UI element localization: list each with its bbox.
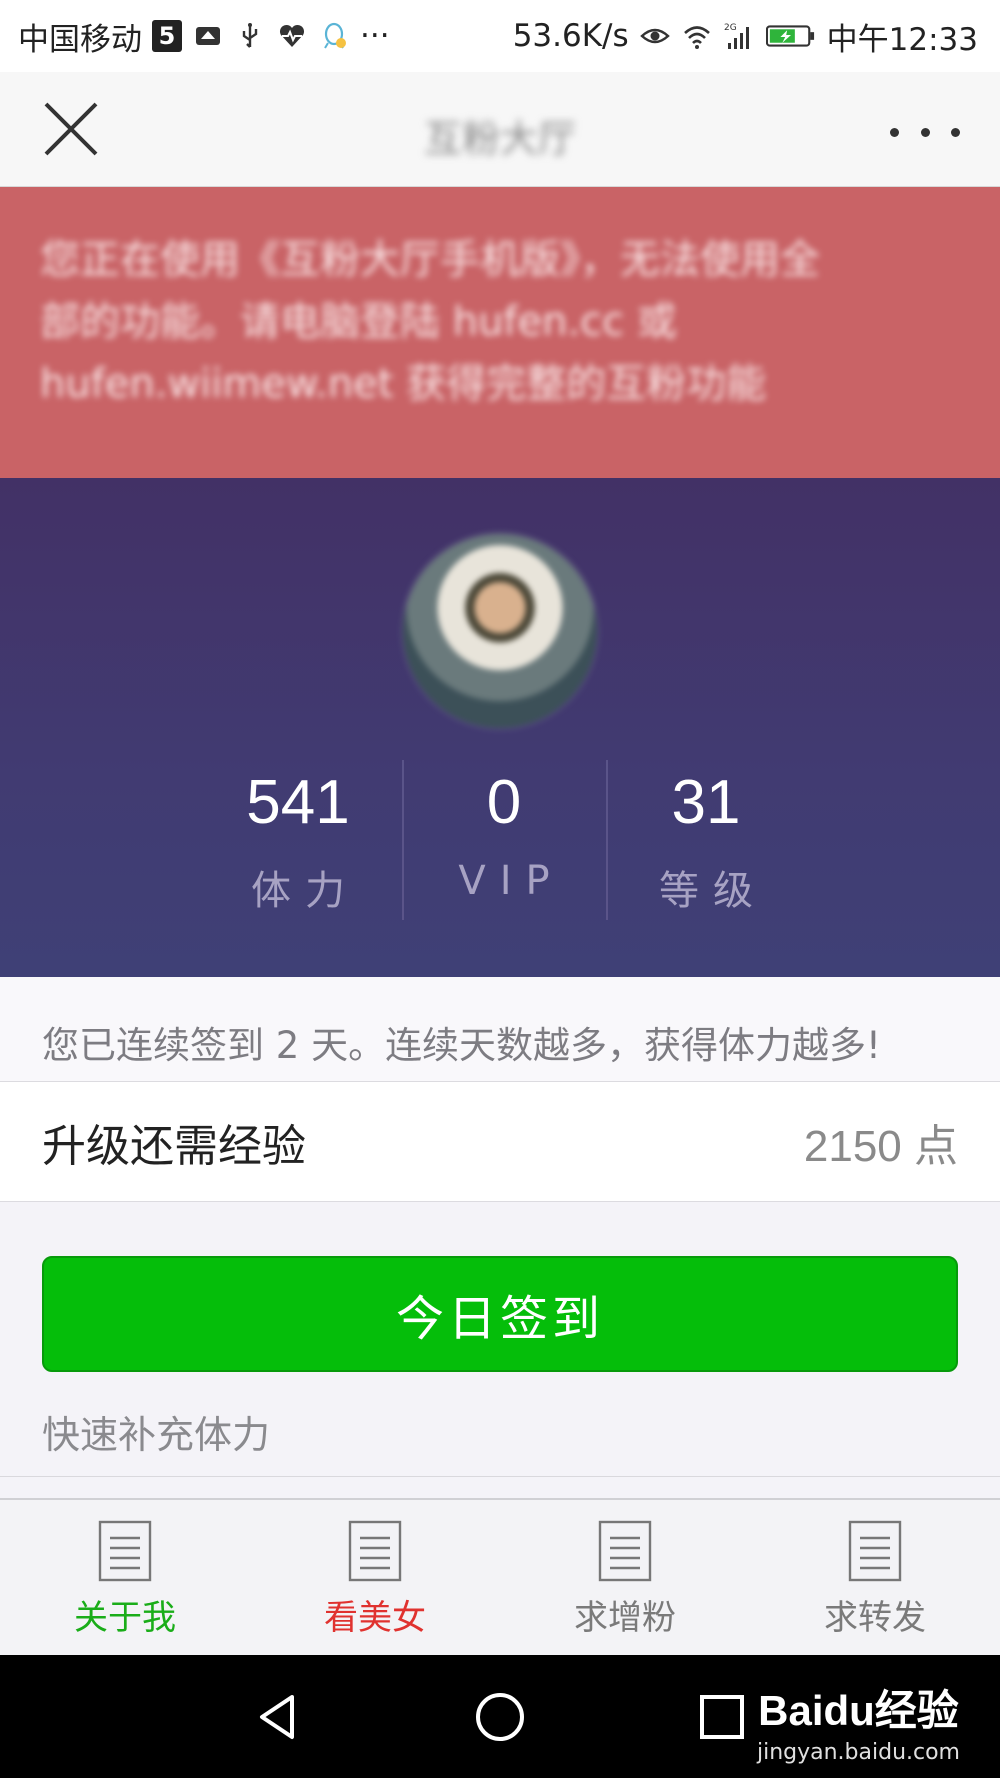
svg-text:2G: 2G [724,23,737,33]
upgrade-exp-value: 2150 点 [803,1121,958,1171]
huawei-icon [192,20,224,52]
baidu-watermark: Baidu经验 jingyan.baidu.com [757,1677,960,1765]
checkin-area: 今日签到 快速补充体力 [0,1202,1000,1477]
tab-gain-followers[interactable]: 求增粉 [500,1500,750,1657]
document-icon [348,1520,402,1582]
more-dot-icon [920,127,930,137]
quick-stamina-link[interactable]: 快速补充体力 [42,1404,270,1459]
avatar[interactable] [403,534,597,728]
bottom-tab-bar: 关于我 看美女 求增粉 求转发 [0,1498,1000,1655]
system-nav-bar: Baidu经验 jingyan.baidu.com [0,1655,1000,1778]
more-menu-button[interactable] [890,112,960,152]
tab-about-me-label: 关于我 [74,1598,176,1638]
more-notifications: ··· [360,18,390,54]
home-button[interactable] [472,1689,528,1745]
back-triangle-icon [260,1695,294,1739]
stat-stamina-value: 541 [246,768,350,837]
stat-stamina-label: 体力 [251,868,359,914]
clock: 中午12:33 [826,21,978,58]
header-bar: 互粉大厅 [0,72,1000,187]
stat-stamina: 541 体力 [196,760,400,920]
wifi-icon [681,20,713,52]
home-circle-icon [476,1693,524,1741]
notice-line-1: 您正在使用《互粉大厅手机版》，无法使用全 [40,237,820,283]
stat-vip-label: VIP [458,858,564,904]
status-bar: 中国移动 5 ··· 53.6K/s 2G 中午12:33 [0,0,1000,72]
stat-vip: 0 VIP [402,760,606,920]
upgrade-exp-row: 升级还需经验 2150 点 [0,1082,1000,1202]
tab-beauties-label: 看美女 [324,1598,426,1638]
document-icon [598,1520,652,1582]
tab-beauties[interactable]: 看美女 [250,1500,500,1657]
qq-icon [318,20,350,52]
eye-icon [639,20,671,52]
tab-request-shares[interactable]: 求转发 [750,1500,1000,1657]
tab-gain-followers-label: 求增粉 [574,1598,676,1638]
stat-vip-value: 0 [486,768,522,837]
stat-level: 31 等级 [604,760,808,920]
status-bar-left: 中国移动 5 ··· [18,14,390,59]
tab-about-me[interactable]: 关于我 [0,1500,250,1657]
back-button[interactable] [250,1689,306,1745]
document-icon [848,1520,902,1582]
page-title: 互粉大厅 [423,117,576,161]
watermark-main: Baidu经验 [758,1687,959,1734]
recents-square-icon [700,1695,744,1739]
notice-line-2: 部的功能。请电脑登陆 hufen.cc 或 [40,299,677,345]
signal-icon: 2G [723,20,755,52]
usb-icon [234,20,266,52]
notice-line-3: hufen.wiimew.net 获得完整的互粉功能 [40,361,767,407]
tab-request-shares-label: 求转发 [824,1598,926,1638]
battery-icon [765,20,817,52]
signin-streak-note: 您已连续签到 2 天。连续天数越多，获得体力越多! [0,977,1000,1082]
carrier-label: 中国移动 [18,21,142,58]
more-dot-icon [890,127,899,137]
watermark-sub: jingyan.baidu.com [756,1740,960,1765]
upgrade-exp-label: 升级还需经验 [42,1120,306,1172]
heart-rate-icon [276,20,308,52]
status-bar-right: 53.6K/s 2G 中午12:33 [513,14,978,59]
stat-level-value: 31 [671,768,741,837]
profile-section: 541 体力 0 VIP 31 等级 [0,478,1000,977]
network-speed: 53.6K/s [512,18,629,54]
document-icon [98,1520,152,1582]
daily-checkin-button[interactable]: 今日签到 [42,1256,958,1372]
recents-button[interactable] [694,1689,750,1745]
more-dot-icon [951,127,960,137]
stat-level-label: 等级 [659,868,767,914]
stats-row: 541 体力 0 VIP 31 等级 [0,760,1000,920]
notice-banner: 您正在使用《互粉大厅手机版》，无法使用全 部的功能。请电脑登陆 hufen.cc… [0,187,1000,478]
sim-badge: 5 [152,20,182,52]
